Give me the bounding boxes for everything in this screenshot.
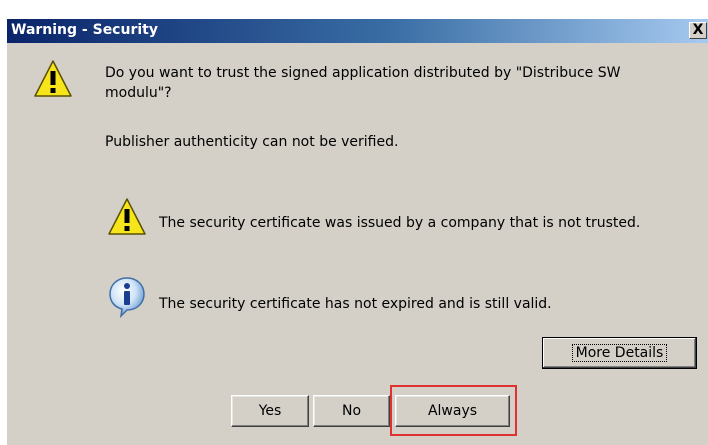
yes-button[interactable]: Yes (231, 395, 309, 427)
more-details-button[interactable]: More Details (542, 337, 697, 369)
trust-question-line1: Do you want to trust the signed applicat… (105, 65, 621, 81)
security-warning-dialog: Warning - Security X Do you want to trus… (6, 18, 708, 445)
info-icon (109, 277, 145, 318)
window-title: Warning - Security (11, 22, 158, 38)
detail-untrusted-issuer: The security certificate was issued by a… (159, 215, 641, 231)
close-button[interactable]: X (689, 22, 707, 39)
detail-valid-certificate: The security certificate has not expired… (159, 296, 552, 312)
no-button[interactable]: No (313, 395, 390, 427)
trust-question-line2: modulu"? (105, 85, 172, 101)
always-button-highlight (390, 385, 517, 436)
title-bar[interactable]: Warning - Security X (7, 19, 708, 43)
publisher-note: Publisher authenticity can not be verifi… (105, 134, 399, 150)
warning-icon (108, 198, 146, 235)
warning-icon (34, 60, 72, 97)
close-icon: X (692, 22, 704, 38)
